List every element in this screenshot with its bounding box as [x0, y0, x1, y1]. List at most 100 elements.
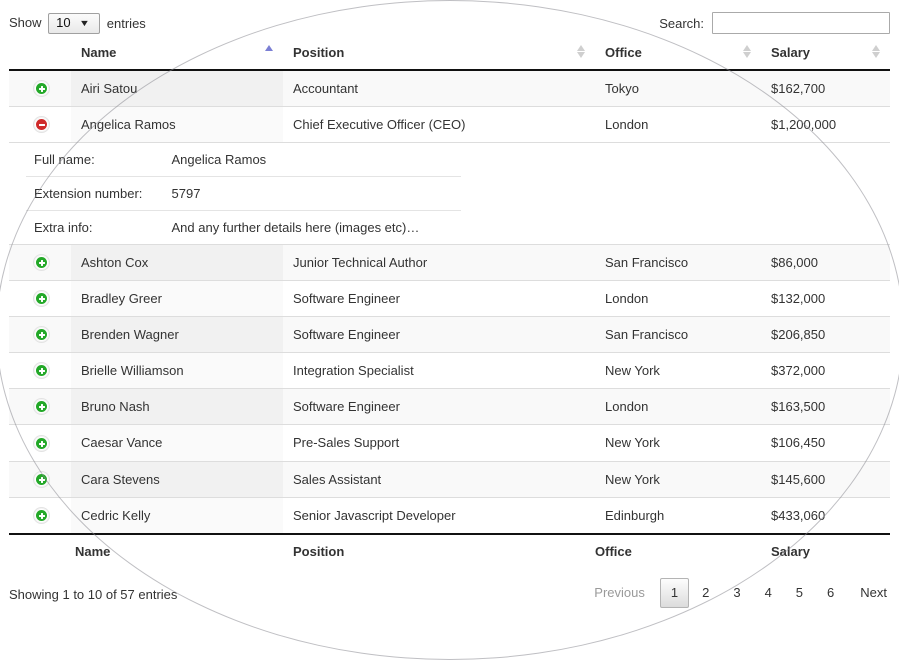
detail-row: Extra info: And any further details here…: [26, 210, 461, 244]
cell-office: San Francisco: [595, 244, 761, 282]
row-expand-cell[interactable]: [9, 461, 71, 498]
column-header-office-label: Office: [605, 45, 642, 60]
detail-row: Full name: Angelica Ramos: [26, 143, 461, 178]
plus-circle-icon[interactable]: [33, 506, 50, 524]
table-row[interactable]: Bruno Nash Software Engineer London $163…: [9, 388, 890, 426]
plus-circle-icon[interactable]: [33, 290, 50, 308]
sort-both-icon: [577, 45, 586, 58]
cell-office: San Francisco: [595, 316, 761, 354]
footer-header-salary: Salary: [761, 532, 890, 568]
minus-circle-icon[interactable]: [33, 116, 50, 134]
table-row[interactable]: Brenden Wagner Software Engineer San Fra…: [9, 316, 890, 354]
detail-value: 5797: [163, 176, 461, 212]
cell-position: Software Engineer: [283, 280, 595, 318]
search-control: Search:: [659, 12, 890, 34]
row-expand-cell[interactable]: [9, 352, 71, 390]
plus-circle-icon[interactable]: [33, 362, 50, 380]
cell-position: Software Engineer: [283, 316, 595, 354]
row-expand-cell[interactable]: [9, 244, 71, 282]
table-row[interactable]: Cedric Kelly Senior Javascript Developer…: [9, 497, 890, 535]
table-row[interactable]: Bradley Greer Software Engineer London $…: [9, 280, 890, 318]
cell-position: Sales Assistant: [283, 461, 595, 498]
detail-value: And any further details here (images etc…: [163, 210, 461, 244]
cell-position: Pre-Sales Support: [283, 424, 595, 462]
plus-circle-icon[interactable]: [33, 254, 50, 272]
cell-salary: $162,700: [761, 70, 890, 108]
pagination-page-4[interactable]: 4: [754, 578, 783, 608]
plus-circle-icon[interactable]: [33, 470, 50, 488]
pagination-page-2[interactable]: 2: [691, 578, 720, 608]
cell-salary: $106,450: [761, 424, 890, 462]
pagination-page-3[interactable]: 3: [722, 578, 751, 608]
pagination-previous[interactable]: Previous: [581, 578, 658, 608]
plus-circle-icon[interactable]: [33, 80, 50, 98]
cell-name: Bruno Nash: [71, 388, 283, 426]
detail-label: Extra info:: [26, 210, 164, 244]
pagination-page-1[interactable]: 1: [659, 577, 690, 608]
pagination-page-6[interactable]: 6: [816, 578, 845, 608]
entries-per-page-value: 10: [56, 15, 71, 30]
cell-office: New York: [595, 424, 761, 462]
plus-circle-icon[interactable]: [33, 434, 50, 452]
cell-position: Integration Specialist: [283, 352, 595, 390]
cell-office: London: [595, 106, 761, 144]
cell-position: Chief Executive Officer (CEO): [283, 106, 595, 144]
cell-salary: $206,850: [761, 316, 890, 354]
table-row[interactable]: Caesar Vance Pre-Sales Support New York …: [9, 424, 890, 462]
entries-per-page-select[interactable]: 10 ▼: [48, 13, 101, 34]
cell-salary: $145,600: [761, 461, 890, 498]
footer-header-name: Name: [9, 532, 283, 568]
table-row[interactable]: Angelica Ramos Chief Executive Officer (…: [9, 106, 890, 144]
cell-office: New York: [595, 461, 761, 498]
table-row[interactable]: Cara Stevens Sales Assistant New York $1…: [9, 461, 890, 498]
cell-office: Tokyo: [595, 70, 761, 108]
pagination-next[interactable]: Next: [847, 578, 890, 608]
cell-salary: $433,060: [761, 497, 890, 535]
cell-name: Caesar Vance: [71, 424, 283, 462]
cell-position: Accountant: [283, 70, 595, 108]
table-row[interactable]: Brielle Williamson Integration Specialis…: [9, 352, 890, 390]
row-expand-cell[interactable]: [9, 388, 71, 426]
row-detail-table: Full name: Angelica Ramos Extension numb…: [26, 143, 461, 244]
employees-table: Name Position Office Salary Airi Satou A…: [9, 38, 890, 568]
table-row[interactable]: Airi Satou Accountant Tokyo $162,700: [9, 70, 890, 108]
row-expand-cell[interactable]: [9, 70, 71, 108]
row-expand-cell[interactable]: [9, 280, 71, 318]
search-input[interactable]: [712, 12, 890, 34]
row-collapse-cell[interactable]: [9, 106, 71, 144]
table-bottom-controls: Showing 1 to 10 of 57 entries Previous 1…: [9, 570, 890, 616]
plus-circle-icon[interactable]: [33, 398, 50, 416]
column-header-position[interactable]: Position: [283, 38, 595, 71]
column-header-control[interactable]: [9, 38, 71, 71]
pagination-page-5[interactable]: 5: [785, 578, 814, 608]
row-expand-cell[interactable]: [9, 497, 71, 535]
column-header-office[interactable]: Office: [595, 38, 761, 71]
detail-value: Angelica Ramos: [163, 143, 461, 178]
column-header-name[interactable]: Name: [71, 38, 283, 71]
table-body: Airi Satou Accountant Tokyo $162,700 Ang…: [9, 70, 890, 535]
cell-name: Ashton Cox: [71, 244, 283, 282]
table-row[interactable]: Ashton Cox Junior Technical Author San F…: [9, 244, 890, 282]
header-row: Name Position Office Salary: [9, 38, 890, 71]
cell-name: Cedric Kelly: [71, 497, 283, 535]
plus-circle-icon[interactable]: [33, 326, 50, 344]
cell-position: Senior Javascript Developer: [283, 497, 595, 535]
pagination: Previous 1 2 3 4 5 6 Next: [579, 577, 890, 608]
cell-salary: $163,500: [761, 388, 890, 426]
row-expand-cell[interactable]: [9, 316, 71, 354]
cell-office: London: [595, 280, 761, 318]
cell-position: Software Engineer: [283, 388, 595, 426]
cell-name: Angelica Ramos: [71, 106, 283, 144]
footer-row: Name Position Office Salary: [9, 532, 890, 568]
row-expand-cell[interactable]: [9, 424, 71, 462]
datatable-page: Show 10 ▼ entries Search: Name Position …: [0, 0, 899, 659]
column-header-salary[interactable]: Salary: [761, 38, 890, 71]
table-header: Name Position Office Salary: [9, 38, 890, 71]
row-detail: Full name: Angelica Ramos Extension numb…: [9, 142, 890, 246]
cell-position: Junior Technical Author: [283, 244, 595, 282]
detail-label: Extension number:: [26, 176, 164, 212]
cell-salary: $1,200,000: [761, 106, 890, 144]
cell-name: Airi Satou: [71, 70, 283, 108]
table-footer: Name Position Office Salary: [9, 532, 890, 568]
table-info: Showing 1 to 10 of 57 entries: [9, 586, 178, 602]
